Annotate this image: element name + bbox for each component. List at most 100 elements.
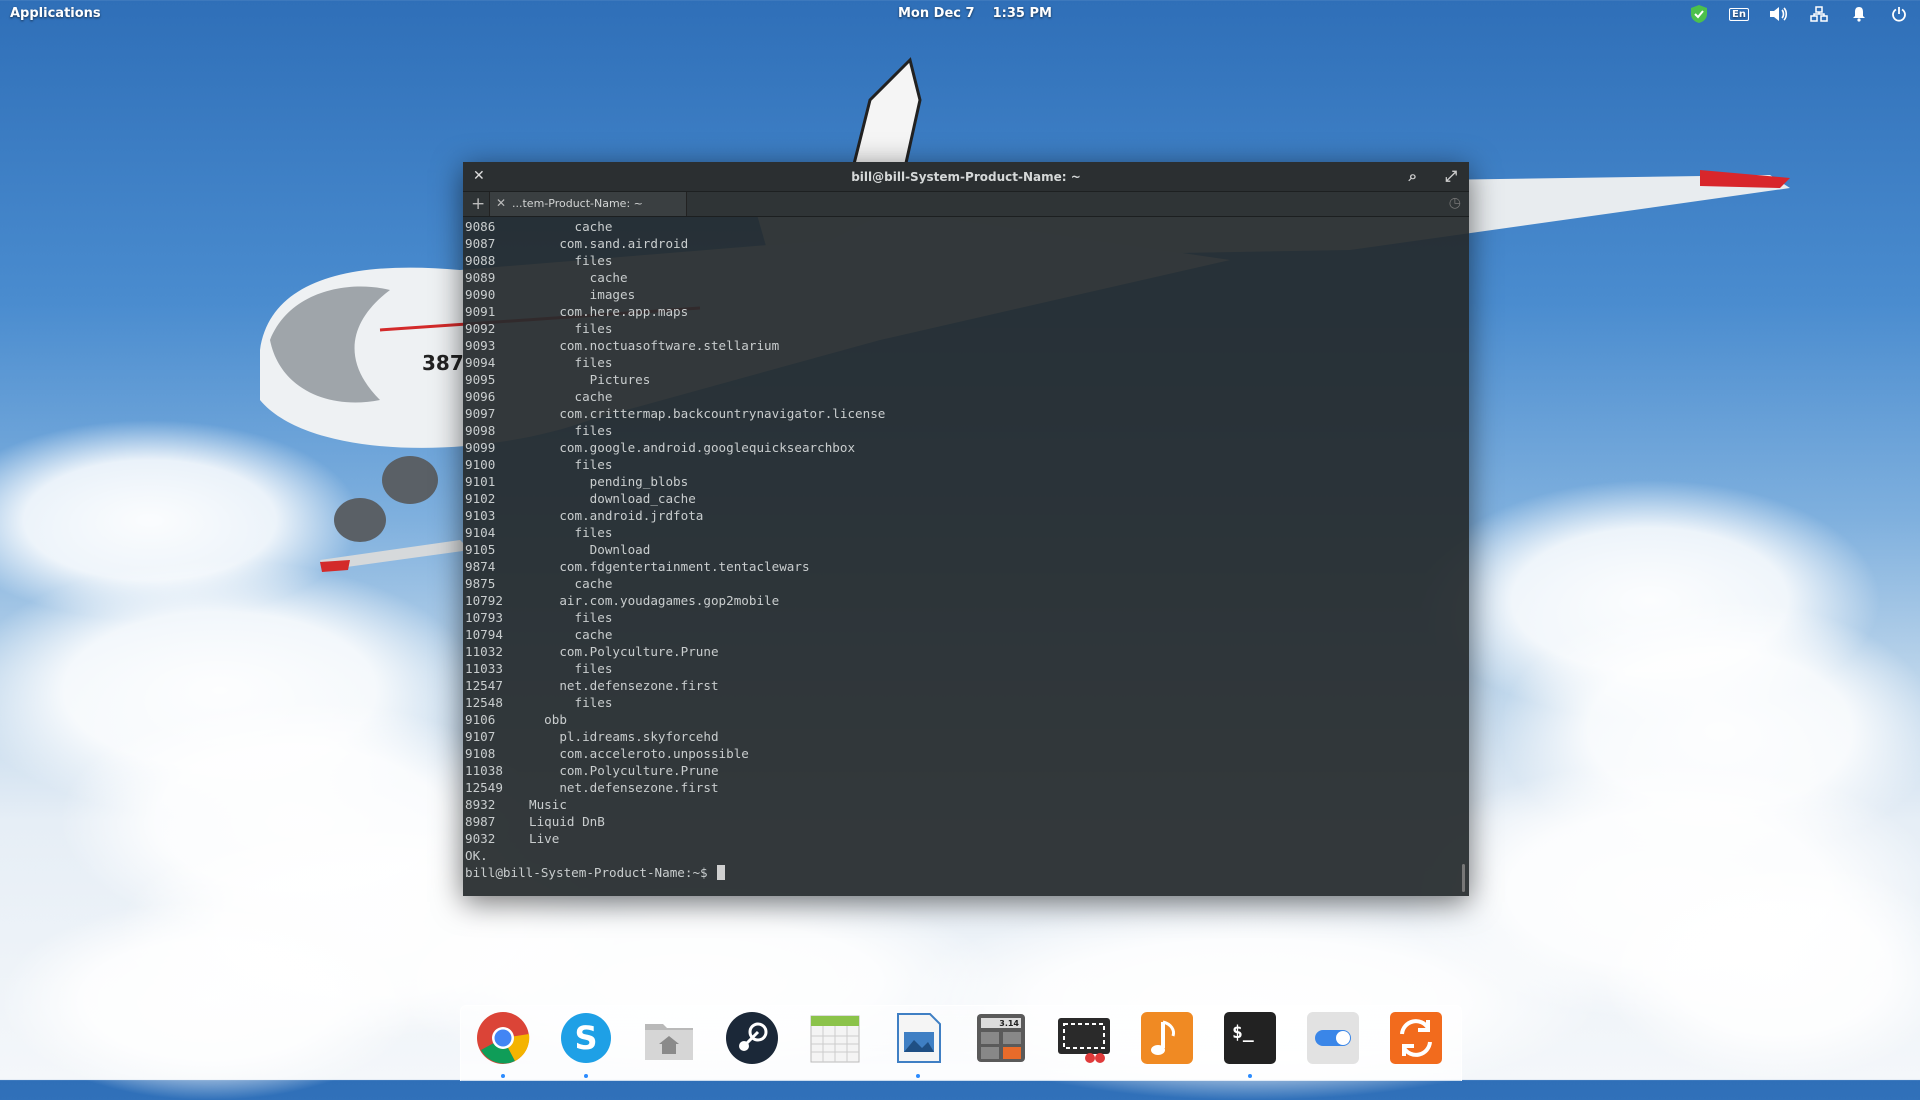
terminal-line: 9089 cache: [465, 269, 1455, 286]
terminal-line: 9100 files: [465, 456, 1455, 473]
terminal-line: 9105 Download: [465, 541, 1455, 558]
line-number: 10792: [465, 593, 503, 608]
home-folder-icon[interactable]: [638, 1007, 700, 1069]
terminal-window: ✕ bill@bill-System-Product-Name: ~ ⌕ ⤢ +…: [463, 162, 1469, 896]
line-text: files: [529, 355, 613, 370]
line-number: 8932: [465, 797, 496, 812]
new-tab-button[interactable]: +: [471, 194, 485, 214]
power-icon[interactable]: [1888, 4, 1910, 24]
line-text: com.acceleroto.unpossible: [529, 746, 749, 761]
terminal-line: 9099 com.google.android.googlequicksearc…: [465, 439, 1455, 456]
terminal-line: 9097 com.crittermap.backcountrynavigator…: [465, 405, 1455, 422]
keyboard-layout-indicator[interactable]: En: [1728, 4, 1750, 24]
terminal-line: 9874 com.fdgentertainment.tentaclewars: [465, 558, 1455, 575]
applications-menu[interactable]: Applications: [10, 6, 101, 21]
line-number: 9103: [465, 508, 496, 523]
running-indicator: [1248, 1074, 1252, 1078]
line-text: cache: [529, 219, 613, 234]
line-number: 9095: [465, 372, 496, 387]
line-number: 8987: [465, 814, 496, 829]
notifications-bell-icon[interactable]: [1848, 4, 1870, 24]
line-text: files: [529, 610, 613, 625]
line-number: 9092: [465, 321, 496, 336]
terminal-line: 9094 files: [465, 354, 1455, 371]
line-number: 9097: [465, 406, 496, 421]
toggle-settings-icon[interactable]: [1302, 1007, 1364, 1069]
line-text: com.here.app.maps: [529, 304, 689, 319]
top-panel: Applications Mon Dec 7 1:35 PM En: [0, 0, 1920, 28]
tab-label: ...tem-Product-Name: ~: [512, 197, 643, 210]
terminal-line: 9086 cache: [465, 218, 1455, 235]
security-check-icon[interactable]: [1688, 4, 1710, 24]
search-icon[interactable]: ⌕: [1409, 167, 1417, 185]
tab-terminal[interactable]: ✕ ...tem-Product-Name: ~: [489, 192, 687, 216]
line-text: Music: [529, 797, 567, 812]
line-number: 9875: [465, 576, 496, 591]
line-text: Live: [529, 831, 560, 846]
terminal-line: 12549 net.defensezone.first: [465, 779, 1455, 796]
line-number: 9089: [465, 270, 496, 285]
prompt-line[interactable]: bill@bill-System-Product-Name:~$: [465, 864, 1455, 881]
terminal-titlebar[interactable]: ✕ bill@bill-System-Product-Name: ~ ⌕ ⤢: [463, 162, 1469, 192]
terminal-line: 11032 com.Polyculture.Prune: [465, 643, 1455, 660]
volume-icon[interactable]: [1768, 4, 1790, 24]
terminal-line: 12547 net.defensezone.first: [465, 677, 1455, 694]
line-text: Download: [529, 542, 651, 557]
line-text: Liquid DnB: [529, 814, 605, 829]
terminal-line: 9108 com.acceleroto.unpossible: [465, 745, 1455, 762]
line-text: cache: [529, 627, 613, 642]
line-text: files: [529, 423, 613, 438]
terminal-line: 9087 com.sand.airdroid: [465, 235, 1455, 252]
line-number: 9086: [465, 219, 496, 234]
maximize-icon[interactable]: ⤢: [1445, 167, 1457, 185]
screenshot-icon[interactable]: [1053, 1007, 1115, 1069]
shell-prompt: bill@bill-System-Product-Name:~$: [465, 865, 716, 880]
svg-text:S: S: [574, 1019, 597, 1057]
skype-icon[interactable]: S: [555, 1007, 617, 1069]
steam-icon[interactable]: [721, 1007, 783, 1069]
calendar-icon[interactable]: [804, 1007, 866, 1069]
line-number: 11033: [465, 661, 503, 676]
line-number: 9101: [465, 474, 496, 489]
line-text: com.Polyculture.Prune: [529, 644, 719, 659]
line-text: com.noctuasoftware.stellarium: [529, 338, 780, 353]
history-icon[interactable]: ◷: [1449, 195, 1461, 211]
terminal-line: 9091 com.here.app.maps: [465, 303, 1455, 320]
line-text: com.fdgentertainment.tentaclewars: [529, 559, 810, 574]
close-tab-icon[interactable]: ✕: [496, 196, 506, 210]
line-text: images: [529, 287, 636, 302]
terminal-icon[interactable]: $_: [1219, 1007, 1281, 1069]
svg-text:3.14: 3.14: [999, 1019, 1019, 1028]
line-number: 9094: [465, 355, 496, 370]
music-icon[interactable]: [1136, 1007, 1198, 1069]
line-number: 11038: [465, 763, 503, 778]
terminal-line: 9104 files: [465, 524, 1455, 541]
image-viewer-icon[interactable]: [887, 1007, 949, 1069]
scrollbar[interactable]: [1462, 864, 1465, 892]
terminal-output[interactable]: 9086 cache 9087 com.sand.airdroid 9088 fil…: [465, 218, 1455, 888]
text-cursor: [717, 865, 726, 880]
status-line: OK.: [465, 848, 488, 863]
network-icon[interactable]: [1808, 4, 1830, 24]
terminal-line: 9095 Pictures: [465, 371, 1455, 388]
chrome-icon[interactable]: [472, 1007, 534, 1069]
line-number: 10794: [465, 627, 503, 642]
line-text: cache: [529, 576, 613, 591]
terminal-line: 10794 cache: [465, 626, 1455, 643]
line-text: air.com.youdagames.gop2mobile: [529, 593, 780, 608]
calculator-icon[interactable]: 3.14: [970, 1007, 1032, 1069]
terminal-line: 9101 pending_blobs: [465, 473, 1455, 490]
line-text: pl.idreams.skyforcehd: [529, 729, 719, 744]
line-text: files: [529, 695, 613, 710]
terminal-line: 9096 cache: [465, 388, 1455, 405]
line-number: 9098: [465, 423, 496, 438]
terminal-line: 9092 files: [465, 320, 1455, 337]
line-text: net.defensezone.first: [529, 678, 719, 693]
sync-icon[interactable]: [1385, 1007, 1447, 1069]
svg-text:387: 387: [422, 351, 464, 375]
terminal-line: 9102 download_cache: [465, 490, 1455, 507]
terminal-line: 9103 com.android.jrdfota: [465, 507, 1455, 524]
terminal-line: 8987 Liquid DnB: [465, 813, 1455, 830]
clock[interactable]: Mon Dec 7 1:35 PM: [898, 6, 1052, 21]
terminal-line: 12548 files: [465, 694, 1455, 711]
